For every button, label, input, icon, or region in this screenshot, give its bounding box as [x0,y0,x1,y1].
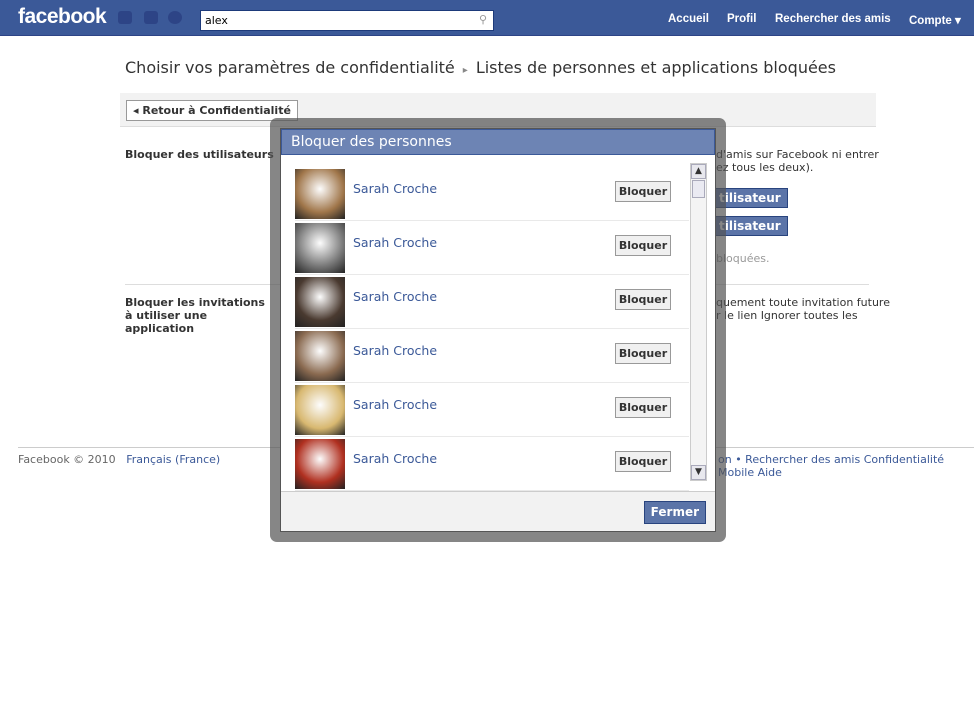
block-users-text-2: ez tous les deux). [716,161,814,174]
block-button[interactable]: Bloquer [615,289,671,310]
person-name[interactable]: Sarah Croche [353,181,437,196]
close-button[interactable]: Fermer [643,501,706,524]
block-button[interactable]: Bloquer [615,235,671,256]
search-icon[interactable]: ⚲ [479,13,487,26]
back-to-privacy-button[interactable]: ◂ Retour à Confidentialité [126,100,298,121]
block-button[interactable]: Bloquer [615,451,671,472]
friend-requests-icon[interactable] [118,11,132,24]
notifications-globe-icon[interactable] [168,11,182,24]
messages-icon[interactable] [144,11,158,24]
scrollbar[interactable]: ▲ ▼ [690,163,707,481]
person-name[interactable]: Sarah Croche [353,235,437,250]
profile-photo[interactable] [295,277,345,327]
dialog-footer: Fermer [281,491,715,531]
person-name[interactable]: Sarah Croche [353,343,437,358]
breadcrumb-separator: ▸ [462,65,468,76]
person-name[interactable]: Sarah Croche [353,451,437,466]
list-item: Sarah Croche Bloquer [295,167,689,221]
list-item: Sarah Croche Bloquer [295,221,689,275]
nav-compte[interactable]: Compte ▾ [909,13,961,27]
block-button[interactable]: Bloquer [615,397,671,418]
people-list: Sarah Croche Bloquer Sarah Croche Bloque… [281,155,715,491]
search-input[interactable]: alex ⚲ [200,10,494,31]
block-invites-heading: Bloquer les invitations à utiliser une a… [125,296,265,335]
facebook-logo[interactable]: facebook [18,5,107,29]
search-value: alex [205,14,228,27]
scroll-up-icon[interactable]: ▲ [691,164,706,179]
breadcrumb: Choisir vos paramètres de confidentialit… [125,58,836,77]
profile-photo[interactable] [295,439,345,489]
breadcrumb-parent[interactable]: Choisir vos paramètres de confidentialit… [125,58,455,77]
profile-photo[interactable] [295,385,345,435]
nav-rechercher-amis[interactable]: Rechercher des amis [775,13,891,25]
nav-accueil[interactable]: Accueil [668,13,709,25]
block-people-dialog: Bloquer des personnes Sarah Croche Bloqu… [280,128,716,532]
dialog-title: Bloquer des personnes [281,129,715,155]
profile-photo[interactable] [295,223,345,273]
footer: Facebook © 2010 Français (France) [18,453,220,466]
block-invites-text-2: r le lien Ignorer toutes les [716,309,858,322]
list-item: Sarah Croche Bloquer [295,437,689,491]
page-title: Listes de personnes et applications bloq… [475,58,836,77]
nav-profil[interactable]: Profil [727,13,756,25]
profile-photo[interactable] [295,169,345,219]
scroll-down-icon[interactable]: ▼ [691,465,706,480]
list-item: Sarah Croche Bloquer [295,329,689,383]
top-bar: facebook alex ⚲ Accueil Profil Recherche… [0,0,974,36]
profile-photo[interactable] [295,331,345,381]
language-link[interactable]: Français (France) [126,453,220,466]
person-name[interactable]: Sarah Croche [353,289,437,304]
person-name[interactable]: Sarah Croche [353,397,437,412]
block-button[interactable]: Bloquer [615,181,671,202]
scrollbar-thumb[interactable] [692,180,705,198]
footer-links[interactable]: on • Rechercher des amis Confidentialité… [718,453,974,479]
list-item: Sarah Croche Bloquer [295,275,689,329]
block-invites-text: quement toute invitation future [716,296,890,309]
block-users-heading: Bloquer des utilisateurs [125,148,274,161]
block-button[interactable]: Bloquer [615,343,671,364]
block-users-text: d'amis sur Facebook ni entrer [716,148,879,161]
copyright: Facebook © 2010 [18,453,116,466]
list-item: Sarah Croche Bloquer [295,383,689,437]
